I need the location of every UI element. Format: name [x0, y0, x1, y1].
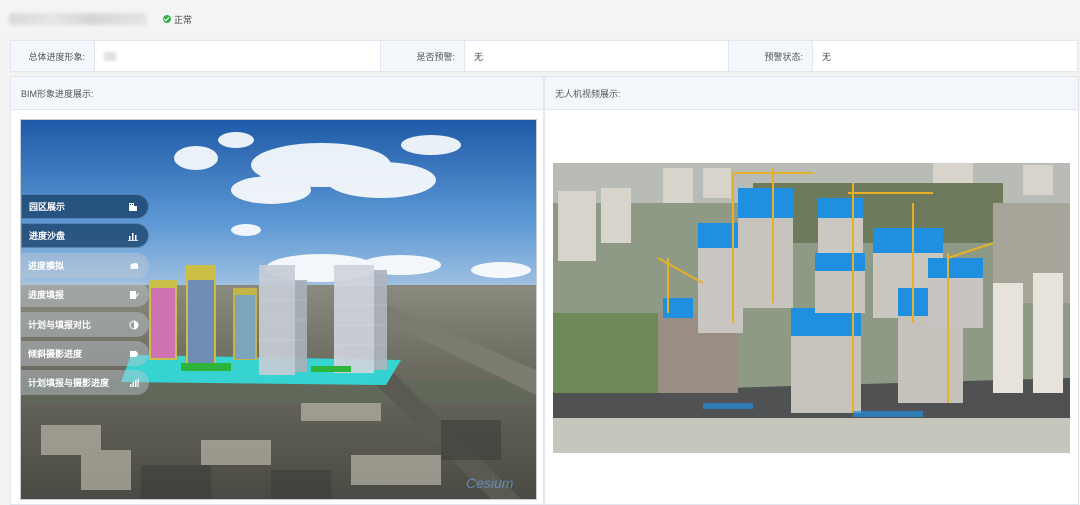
drone-panel: 无人机视频展示:: [544, 76, 1079, 505]
bim-panel: BIM形象进度展示: Cesium 园区展示 进度沙盘 进度模拟 进度填报 计划…: [10, 76, 544, 505]
menu-item-oblique-photo-progress[interactable]: 倾斜摄影进度: [21, 341, 149, 366]
warning-status-label: 预警状态:: [729, 41, 813, 71]
bim-panel-title: BIM形象进度展示:: [11, 77, 543, 110]
menu-item-progress-report[interactable]: 进度填报: [21, 282, 149, 307]
top-bar: 正常: [0, 0, 1080, 38]
menu-item-progress-sandbox[interactable]: 进度沙盘: [21, 223, 149, 248]
warning-label: 是否预警:: [381, 41, 465, 71]
half-circle-icon: [129, 320, 139, 329]
drone-panel-title: 无人机视频展示:: [545, 77, 1078, 110]
drone-video-frame: [553, 163, 1070, 453]
ascending-bars-icon: [130, 378, 139, 387]
warning-value: 无: [465, 41, 729, 71]
progress-info-row: 总体进度形象: 是否预警: 无 预警状态: 无: [10, 40, 1078, 72]
edit-icon: [130, 290, 139, 299]
drone-video[interactable]: [553, 163, 1070, 453]
overall-progress-blurred: [104, 51, 116, 61]
bim-3d-viewer[interactable]: Cesium 园区展示 进度沙盘 进度模拟 进度填报 计划与填报对比 倾斜摄影进…: [20, 119, 537, 500]
overall-progress-label: 总体进度形象:: [11, 41, 95, 71]
overall-progress-value: [95, 41, 381, 71]
bar-chart-icon: [128, 232, 138, 241]
bim-scene-graphic: Cesium: [21, 120, 536, 499]
tag-icon: [130, 350, 139, 357]
cloud-icon: [130, 262, 138, 269]
warning-status-value: 无: [822, 51, 832, 62]
status-text: 正常: [174, 14, 193, 25]
menu-item-progress-simulation[interactable]: 进度模拟: [21, 253, 149, 278]
svg-text:Cesium: Cesium: [466, 475, 514, 491]
menu-item-plan-vs-report[interactable]: 计划与填报对比: [21, 312, 149, 337]
project-name-blurred: [9, 13, 147, 25]
building-icon: [129, 202, 137, 211]
menu-item-park-display[interactable]: 园区展示: [21, 194, 149, 219]
status-indicator: 正常: [163, 13, 192, 25]
menu-item-plan-report-photo-progress[interactable]: 计划填报与摄影进度: [21, 370, 149, 395]
check-circle-icon: [163, 15, 171, 23]
